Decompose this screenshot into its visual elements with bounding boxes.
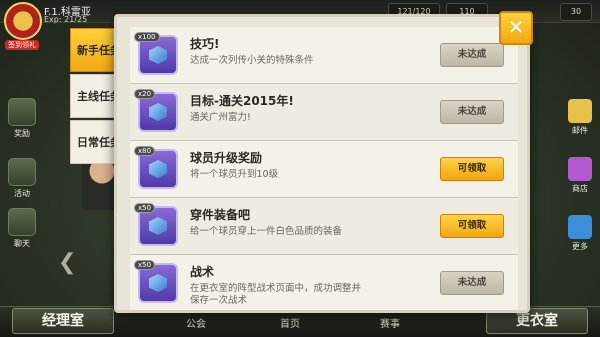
home-label[interactable]: 首页 <box>280 315 300 330</box>
reward-item: x80 <box>134 146 178 189</box>
gem-counter: 30 <box>560 3 592 21</box>
rail-label: 邮件 <box>572 126 588 135</box>
player-exp: Exp: 21/25 <box>44 15 88 24</box>
reward-item: x50 <box>134 260 178 303</box>
reward-qty: x50 <box>134 260 156 270</box>
reward-qty: x100 <box>134 32 160 42</box>
reward-item: x20 <box>134 89 178 132</box>
task-list[interactable]: x100 技巧! 达成一次列传小关的特殊条件 未达成 x20 目标-通关2015… <box>130 27 518 310</box>
sign-in-gift[interactable]: 签到领礼 <box>4 40 40 50</box>
claim-button[interactable]: 可领取 <box>440 214 504 238</box>
rail-label: 活动 <box>14 189 30 198</box>
reward-item: x50 <box>134 203 178 246</box>
task-desc: 给一个球员穿上一件白色品质的装备 <box>190 226 343 237</box>
reward-item: x100 <box>134 32 178 75</box>
rail-label: 聊天 <box>14 239 30 248</box>
rail-label: 奖励 <box>14 129 30 138</box>
rail-item-shop[interactable]: 商店 <box>560 157 600 211</box>
task-title: 战术 <box>190 265 215 279</box>
task-title: 技巧! <box>190 37 220 51</box>
task-desc: 通关广州富力! <box>190 112 251 123</box>
rail-item-rewards[interactable]: 奖励 <box>4 98 40 139</box>
rail-label: 更多 <box>572 242 588 251</box>
guild-label[interactable]: 公会 <box>186 315 206 330</box>
left-rail: 签到领礼 奖励 活动 聊天 <box>0 40 44 300</box>
task-modal: x100 技巧! 达成一次列传小关的特殊条件 未达成 x20 目标-通关2015… <box>114 11 533 313</box>
reward-qty: x80 <box>134 146 156 156</box>
task-item: x50 穿件装备吧 给一个球员穿上一件白色品质的装备 可领取 <box>130 198 518 255</box>
status-button[interactable]: 未达成 <box>440 271 504 295</box>
shop-icon <box>568 157 592 181</box>
task-desc: 在更衣室的阵型战术页面中，成功调整并保存一次战术 <box>190 283 362 306</box>
task-title: 穿件装备吧 <box>190 208 251 222</box>
plus-icon <box>568 215 592 239</box>
match-label[interactable]: 赛事 <box>380 315 400 330</box>
task-item: x100 技巧! 达成一次列传小关的特殊条件 未达成 <box>130 27 518 84</box>
right-rail: 邮件 商店 更多 <box>560 95 600 269</box>
task-desc: 将一个球员升到10级 <box>190 169 279 180</box>
task-item: x20 目标-通关2015年! 通关广州富力! 未达成 <box>130 84 518 141</box>
chat-icon <box>8 208 36 236</box>
club-badge-icon[interactable] <box>4 2 42 40</box>
status-button[interactable]: 未达成 <box>440 43 504 67</box>
claim-button[interactable]: 可领取 <box>440 157 504 181</box>
task-title: 球员升级奖励 <box>190 151 263 165</box>
rail-item-events[interactable]: 活动 <box>4 158 40 199</box>
task-title: 目标-通关2015年! <box>190 94 294 108</box>
mail-icon <box>568 99 592 123</box>
reward-qty: x50 <box>134 203 156 213</box>
status-button[interactable]: 未达成 <box>440 100 504 124</box>
gift-icon <box>8 98 36 126</box>
rail-item-more[interactable]: 更多 <box>560 215 600 269</box>
close-button[interactable]: ✕ <box>499 11 533 45</box>
rail-item-mail[interactable]: 邮件 <box>560 99 600 153</box>
sign-in-label: 签到领礼 <box>5 40 39 50</box>
reward-qty: x20 <box>134 89 156 99</box>
arrow-left-icon[interactable]: ❮ <box>58 250 76 275</box>
rail-label: 商店 <box>572 184 588 193</box>
manager-room-button[interactable]: 经理室 <box>12 308 114 334</box>
rail-item-chat[interactable]: 聊天 <box>4 208 40 249</box>
event-icon <box>8 158 36 186</box>
task-desc: 达成一次列传小关的特殊条件 <box>190 55 314 66</box>
task-item: x80 球员升级奖励 将一个球员升到10级 可领取 <box>130 141 518 198</box>
task-item: x50 战术 在更衣室的阵型战术页面中，成功调整并保存一次战术 未达成 <box>130 255 518 310</box>
